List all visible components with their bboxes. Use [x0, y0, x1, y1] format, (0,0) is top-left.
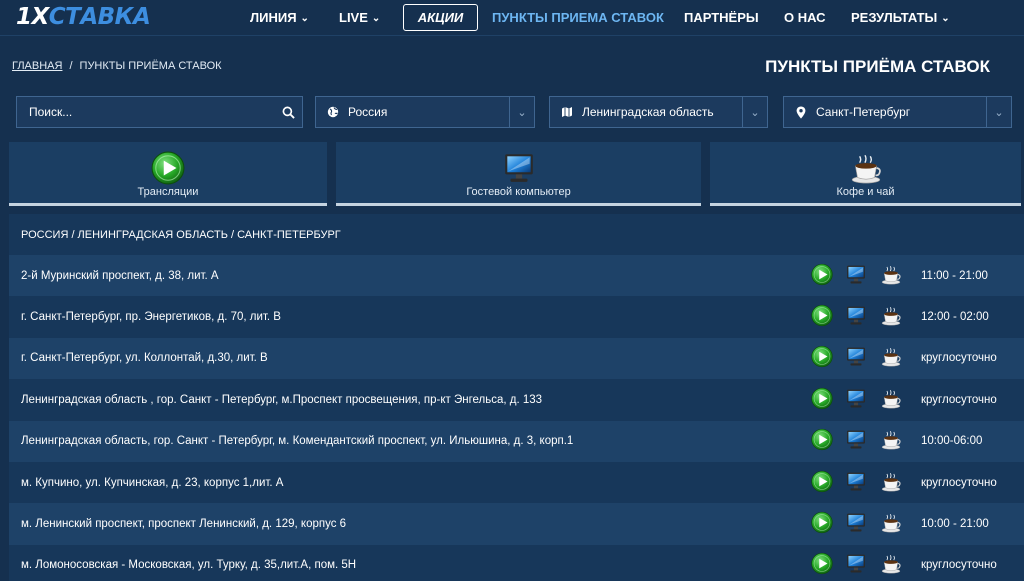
nav-about[interactable]: О НАС	[784, 10, 826, 25]
point-hours: 12:00 - 02:00	[921, 311, 989, 324]
nav-line[interactable]: ЛИНИЯ ⌄	[250, 10, 309, 25]
computer-icon	[845, 429, 867, 454]
chevron-down-icon: ⌄	[300, 13, 309, 24]
country-value: Россия	[348, 105, 388, 119]
play-icon	[811, 512, 833, 537]
point-address: г. Санкт-Петербург, ул. Коллонтай, д.30,…	[21, 352, 268, 365]
point-hours: круглосуточно	[921, 352, 997, 365]
site-logo[interactable]: 1XСТАВКА	[16, 4, 151, 30]
region-value: Ленинградская область	[582, 105, 714, 119]
point-address: м. Купчино, ул. Купчинская, д. 23, корпу…	[21, 476, 284, 489]
play-icon	[811, 263, 833, 288]
coffee-cup-icon	[880, 553, 902, 578]
point-address: Ленинградская область , гор. Санкт - Пет…	[21, 393, 543, 406]
search-icon[interactable]	[274, 106, 302, 119]
point-hours: 10:00 - 21:00	[921, 518, 989, 531]
feature-broadcasts[interactable]: Трансляции	[9, 142, 327, 206]
table-location-heading: РОССИЯ / ЛЕНИНГРАДСКАЯ ОБЛАСТЬ / САНКТ-П…	[9, 214, 1024, 255]
breadcrumb-separator: /	[69, 60, 73, 72]
point-address: м. Ленинский проспект, проспект Ленински…	[21, 518, 347, 531]
map-icon	[560, 106, 574, 118]
point-address: г. Санкт-Петербург, пр. Энергетиков, д. …	[21, 311, 281, 324]
breadcrumb: ГЛАВНАЯ / ПУНКТЫ ПРИЁМА СТАВОК	[12, 60, 222, 72]
coffee-cup-icon	[849, 151, 883, 190]
logo-accent-text: СТАВКА	[48, 4, 151, 30]
region-select[interactable]: Ленинградская область ⌄	[549, 96, 768, 128]
breadcrumb-current: ПУНКТЫ ПРИЁМА СТАВОК	[79, 60, 222, 72]
feature-guest-computer-label: Гостевой компьютер	[466, 186, 571, 198]
computer-icon	[845, 512, 867, 537]
table-row[interactable]: г. Санкт-Петербург, ул. Коллонтай, д.30,…	[9, 337, 1024, 380]
play-icon	[811, 387, 833, 412]
play-icon	[151, 151, 185, 190]
coffee-cup-icon	[880, 346, 902, 371]
coffee-cup-icon	[880, 387, 902, 412]
table-rows: 2-й Муринский проспект, д. 38, лит. А 11…	[9, 255, 1024, 581]
table-row[interactable]: 2-й Муринский проспект, д. 38, лит. А 11…	[9, 255, 1024, 297]
coffee-cup-icon	[880, 512, 902, 537]
feature-coffee-tea[interactable]: Кофе и чай	[710, 142, 1021, 206]
top-navigation: 1XСТАВКА ЛИНИЯ ⌄ LIVE ⌄ АКЦИИ ПУНКТЫ ПРИЕМ…	[0, 0, 1024, 36]
table-row[interactable]: Ленинградская область , гор. Санкт - Пет…	[9, 379, 1024, 421]
city-select[interactable]: Санкт-Петербург ⌄	[783, 96, 1012, 128]
city-value: Санкт-Петербург	[816, 105, 911, 119]
point-address: м. Ломоносовская - Московская, ул. Турку…	[21, 559, 357, 572]
betting-points-table: РОССИЯ / ЛЕНИНГРАДСКАЯ ОБЛАСТЬ / САНКТ-П…	[9, 214, 1024, 581]
nav-betting-points[interactable]: ПУНКТЫ ПРИЕМА СТАВОК	[492, 10, 664, 25]
coffee-cup-icon	[880, 263, 902, 288]
coffee-cup-icon	[880, 429, 902, 454]
play-icon	[811, 346, 833, 371]
logo-main-text: 1X	[16, 4, 49, 30]
coffee-cup-icon	[880, 305, 902, 330]
nav-promo-button[interactable]: АКЦИИ	[403, 4, 478, 31]
computer-icon	[845, 553, 867, 578]
breadcrumb-home-link[interactable]: ГЛАВНАЯ	[12, 60, 62, 72]
search-placeholder: Поиск...	[29, 105, 73, 119]
feature-broadcasts-label: Трансляции	[137, 186, 199, 198]
computer-icon	[845, 263, 867, 288]
table-row[interactable]: м. Ленинский проспект, проспект Ленински…	[9, 503, 1024, 545]
play-icon	[811, 429, 833, 454]
search-input[interactable]: Поиск...	[16, 96, 303, 128]
location-pin-icon	[794, 106, 808, 119]
chevron-down-icon[interactable]: ⌄	[509, 97, 534, 127]
nav-live-label: LIVE	[339, 10, 368, 25]
globe-icon	[326, 106, 340, 118]
point-address: Ленинградская область, гор. Санкт - Пете…	[21, 435, 574, 448]
play-icon	[811, 305, 833, 330]
computer-icon	[845, 305, 867, 330]
chevron-down-icon[interactable]: ⌄	[986, 97, 1011, 127]
computer-icon	[502, 151, 536, 190]
point-hours: круглосуточно	[921, 476, 997, 489]
feature-coffee-tea-label: Кофе и чай	[836, 186, 895, 198]
country-select[interactable]: Россия ⌄	[315, 96, 535, 128]
table-row[interactable]: Ленинградская область, гор. Санкт - Пете…	[9, 420, 1024, 462]
chevron-down-icon: ⌄	[941, 13, 950, 24]
coffee-cup-icon	[880, 470, 902, 495]
page-title: ПУНКТЫ ПРИЁМА СТАВОК	[765, 57, 990, 76]
nav-results[interactable]: РЕЗУЛЬТАТЫ ⌄	[851, 10, 950, 25]
point-address: 2-й Муринский проспект, д. 38, лит. А	[21, 269, 219, 282]
table-row[interactable]: м. Купчино, ул. Купчинская, д. 23, корпу…	[9, 461, 1024, 504]
table-row[interactable]: м. Ломоносовская - Московская, ул. Турку…	[9, 544, 1024, 581]
computer-icon	[845, 346, 867, 371]
nav-live[interactable]: LIVE ⌄	[339, 10, 380, 25]
nav-line-label: ЛИНИЯ	[250, 10, 297, 25]
nav-partners[interactable]: ПАРТНЁРЫ	[684, 10, 759, 25]
chevron-down-icon: ⌄	[371, 13, 381, 24]
point-hours: круглосуточно	[921, 559, 997, 572]
table-row[interactable]: г. Санкт-Петербург, пр. Энергетиков, д. …	[9, 296, 1024, 338]
play-icon	[811, 470, 833, 495]
play-icon	[811, 553, 833, 578]
chevron-down-icon[interactable]: ⌄	[742, 97, 767, 127]
point-hours: круглосуточно	[921, 393, 997, 406]
point-hours: 11:00 - 21:00	[921, 269, 988, 282]
point-hours: 10:00-06:00	[921, 435, 983, 448]
nav-results-label: РЕЗУЛЬТАТЫ	[851, 10, 938, 25]
computer-icon	[845, 387, 867, 412]
computer-icon	[845, 470, 867, 495]
feature-guest-computer[interactable]: Гостевой компьютер	[336, 142, 701, 206]
